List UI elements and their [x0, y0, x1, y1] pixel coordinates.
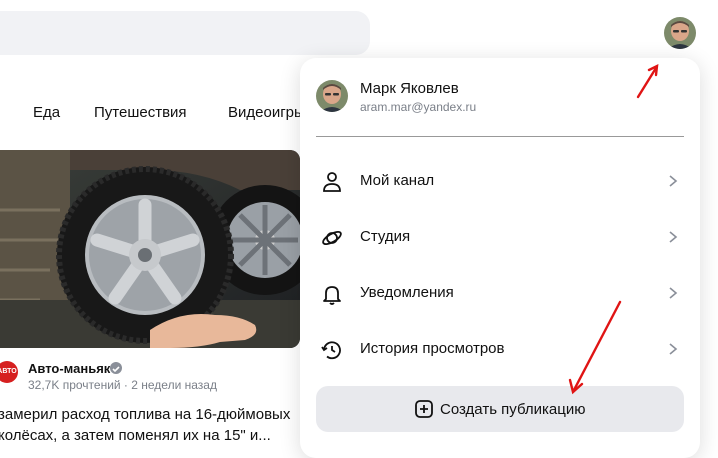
article-title-line2: колёсах, а затем поменял их на 15" и... [0, 427, 271, 444]
menu-item-notifications[interactable]: Уведомления [300, 266, 700, 322]
history-icon [321, 341, 341, 360]
menu-avatar [316, 80, 348, 112]
menu-item-label: Мой канал [360, 172, 435, 189]
person-icon [323, 172, 341, 192]
verified-icon [110, 362, 122, 374]
wheel-photo-image [0, 150, 300, 348]
chevron-right-icon [669, 287, 678, 299]
menu-item-label: Студия [360, 228, 411, 245]
user-avatar-icon [664, 17, 696, 49]
menu-item-studio[interactable]: Студия [300, 210, 700, 266]
menu-user-name: Марк Яковлев [360, 80, 459, 97]
tab-food[interactable]: Еда [33, 104, 60, 121]
channel-logo[interactable]: АВТО [0, 361, 18, 383]
create-publication-button[interactable]: Создать публикацию [316, 386, 684, 432]
menu-item-label: Уведомления [360, 284, 454, 301]
tab-videogames[interactable]: Видеоигры [228, 104, 300, 121]
chevron-right-icon [669, 231, 678, 243]
article-meta: 32,7K прочтений · 2 недели назад [28, 378, 217, 392]
menu-user-email: aram.mar@yandex.ru [360, 100, 477, 114]
article-thumbnail[interactable] [0, 150, 300, 348]
plus-square-icon [415, 400, 433, 418]
studio-icon [322, 231, 342, 245]
search-bar[interactable] [0, 11, 370, 55]
profile-dropdown-menu: Марк Яковлев aram.mar@yandex.ru Мой кана… [300, 58, 700, 458]
article-title[interactable]: замерил расход топлива на 16-дюймовых ко… [0, 404, 302, 446]
menu-avatar-icon [316, 80, 348, 112]
article-title-line1: замерил расход топлива на 16-дюймовых [0, 406, 291, 423]
chevron-right-icon [669, 343, 678, 355]
create-publication-label: Создать публикацию [440, 401, 586, 418]
channel-name[interactable]: Авто-маньяк [28, 361, 110, 376]
user-avatar-button[interactable] [664, 17, 696, 49]
chevron-right-icon [669, 175, 678, 187]
menu-divider [316, 136, 684, 137]
menu-item-my-channel[interactable]: Мой канал [300, 154, 700, 210]
tab-travel[interactable]: Путешествия [94, 104, 187, 121]
bell-icon [323, 286, 341, 305]
menu-item-label: История просмотров [360, 340, 505, 357]
menu-item-history[interactable]: История просмотров [300, 322, 700, 378]
category-tabs: Еда Путешествия Видеоигры [0, 100, 300, 128]
